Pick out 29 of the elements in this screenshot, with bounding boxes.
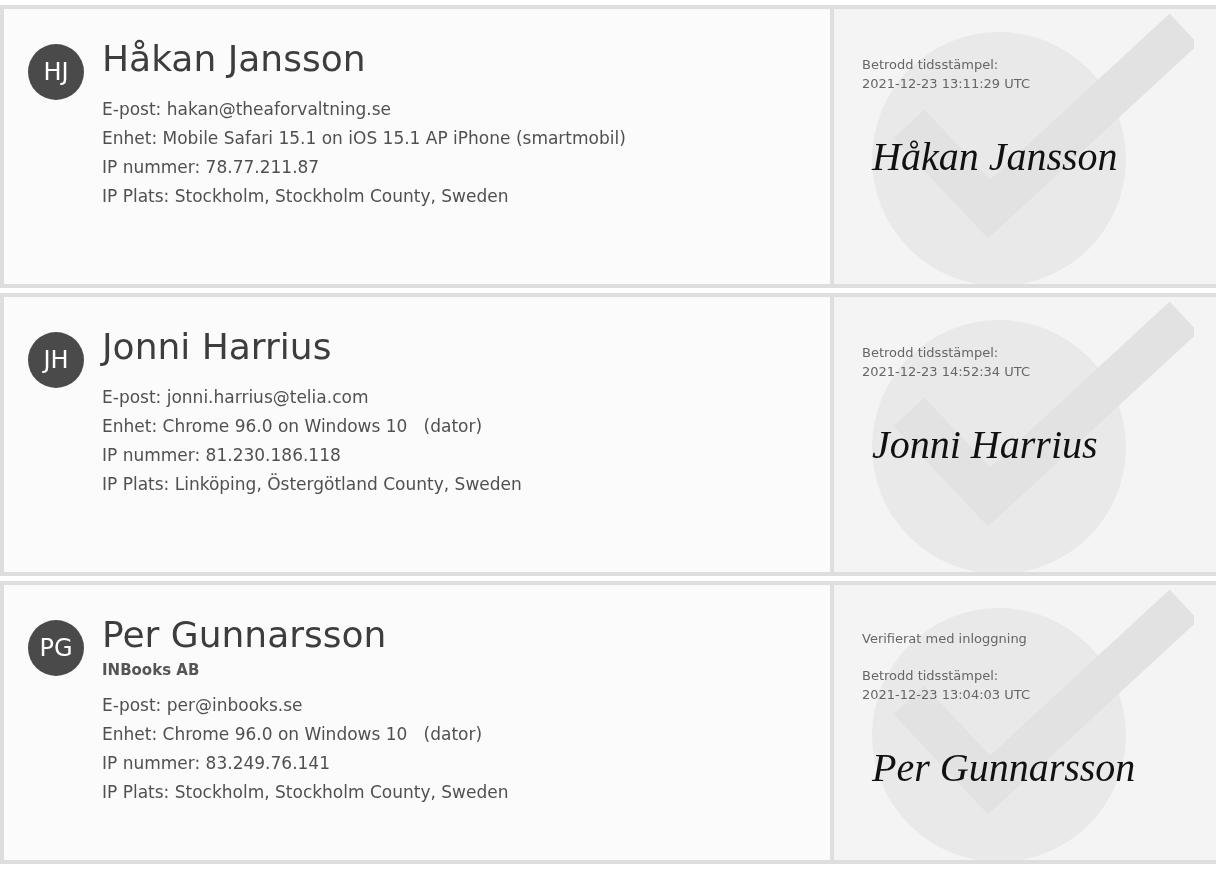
signer-name: Håkan Jansson	[102, 37, 367, 81]
verification-note: Verifierat med inloggning	[862, 630, 1028, 648]
initials-avatar: JH	[28, 332, 84, 388]
detail-line: Enhet: Mobile Safari 15.1 on iOS 15.1 AP iPhone (smartmobil)	[102, 127, 626, 150]
company-name: INBooks AB	[102, 661, 201, 679]
detail-line: E-post: per@inbooks.se	[102, 694, 304, 717]
initials-avatar: HJ	[28, 44, 84, 100]
timestamp-label: Betrodd tidsstämpel:	[862, 344, 1000, 362]
detail-line: IP Plats: Stockholm, Stockholm County, Sweden	[102, 781, 509, 804]
detail-line: IP nummer: 83.249.76.141	[102, 752, 331, 775]
signer-name: Jonni Harrius	[102, 325, 333, 369]
timestamp-label: Betrodd tidsstämpel:	[862, 56, 1000, 74]
detail-line: Enhet: Chrome 96.0 on Windows 10 (dator)	[102, 723, 484, 746]
timestamp: 2021-12-23 13:04:03 UTC	[862, 686, 1031, 704]
signature: Per Gunnarsson	[871, 744, 1137, 791]
timestamp: 2021-12-23 14:52:34 UTC	[862, 363, 1031, 381]
initials-avatar: PG	[28, 620, 84, 676]
timestamp: 2021-12-23 13:11:29 UTC	[862, 75, 1031, 93]
signature: Håkan Jansson	[870, 133, 1119, 180]
detail-line: IP Plats: Linköping, Östergötland County, Sweden	[102, 472, 522, 496]
detail-line: E-post: jonni.harrius@telia.com	[102, 386, 370, 409]
detail-line: IP nummer: 81.230.186.118	[102, 444, 342, 467]
detail-line: E-post: hakan@theaforvaltning.se	[102, 98, 392, 121]
signer-name: Per Gunnarsson	[102, 613, 388, 657]
signature: Jonni Harrius	[871, 421, 1099, 468]
timestamp-label: Betrodd tidsstämpel:	[862, 667, 1000, 685]
detail-line: IP Plats: Stockholm, Stockholm County, Sweden	[102, 185, 510, 208]
detail-line: Enhet: Chrome 96.0 on Windows 10 (dator)	[102, 415, 484, 438]
detail-line: IP nummer: 78.77.211.87	[102, 156, 321, 179]
